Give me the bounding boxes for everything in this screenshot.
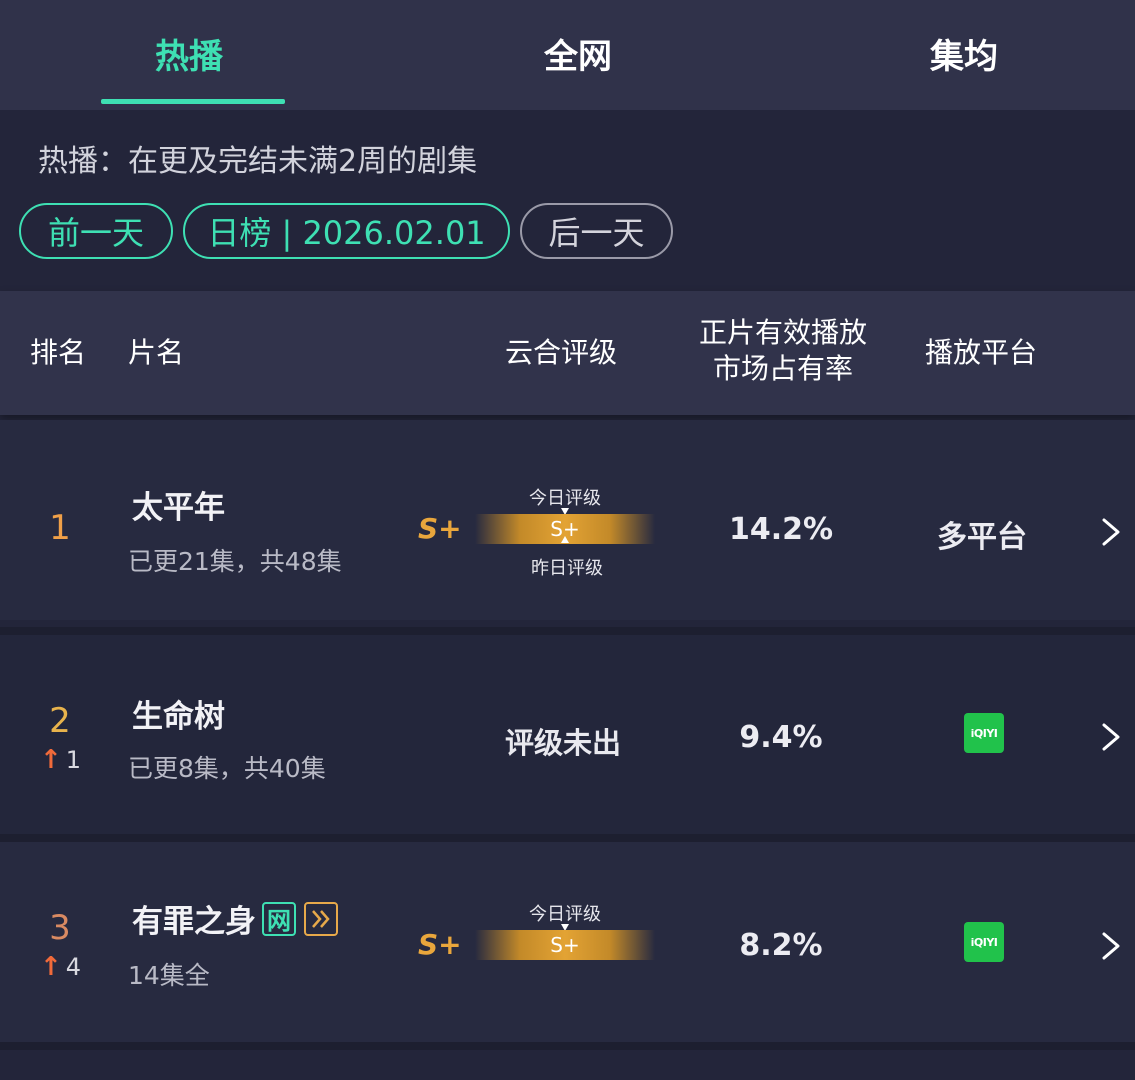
table-row[interactable]: 1 太平年 已更21集，共48集 S+ 今日评级 S+ 昨日评级 14.2% 多… xyxy=(0,420,1135,620)
active-tab-indicator xyxy=(101,99,285,104)
next-day-button[interactable]: 后一天 xyxy=(520,203,673,259)
show-title: 生命树 xyxy=(132,699,225,735)
top-tab-bar: 热播 全网 集均 xyxy=(0,0,1135,110)
chevron-right-icon[interactable] xyxy=(1096,512,1126,552)
episode-progress: 已更8集，共40集 xyxy=(128,754,326,783)
iqiyi-logo: iQIYI xyxy=(964,922,1004,962)
row-divider xyxy=(0,627,1135,635)
market-share: 8.2% xyxy=(739,928,823,963)
header-share-line1: 正片有效播放 xyxy=(698,316,867,349)
table-row[interactable]: 2 ↑ 1 生命树 已更8集，共40集 评级未出 9.4% iQIYI xyxy=(0,635,1135,835)
yesterday-grade-marker xyxy=(561,536,569,543)
chevron-right-icon[interactable] xyxy=(1096,926,1126,966)
show-title: 有罪之身 xyxy=(132,904,256,940)
grade-bar-label: S+ xyxy=(550,933,580,957)
row-divider xyxy=(0,1042,1135,1050)
fast-forward-icon xyxy=(304,901,338,936)
rank-change: ↑ 4 xyxy=(40,952,81,982)
header-rank: 排名 xyxy=(30,336,87,369)
network-drama-badge: 网 xyxy=(262,901,296,936)
grade-value: S+ xyxy=(418,928,462,961)
header-platform: 播放平台 xyxy=(925,336,1038,369)
up-arrow-icon: ↑ xyxy=(40,745,62,775)
rank-number: 3 xyxy=(49,908,71,948)
show-title: 太平年 xyxy=(132,490,225,526)
previous-day-button[interactable]: 前一天 xyxy=(19,203,173,259)
grade-status: 评级未出 xyxy=(505,726,622,760)
today-grade-label: 今日评级 xyxy=(529,488,601,509)
today-grade-label: 今日评级 xyxy=(529,904,601,925)
episode-progress: 已更21集，共48集 xyxy=(128,547,342,576)
chevron-right-icon[interactable] xyxy=(1096,717,1126,757)
platform-text: 多平台 xyxy=(937,520,1027,555)
header-share-line2: 市场占有率 xyxy=(712,352,853,385)
rank-change-value: 4 xyxy=(65,953,82,981)
tab-hot[interactable]: 热播 xyxy=(0,0,378,110)
header-share: 正片有效播放 市场占有率 xyxy=(693,315,873,387)
grade-bar: S+ xyxy=(475,930,655,960)
rank-change: ↑ 1 xyxy=(40,745,81,775)
show-title-wrap: 有罪之身 网 xyxy=(132,896,338,941)
tab-all-network[interactable]: 全网 xyxy=(389,0,767,110)
yesterday-grade-label: 昨日评级 xyxy=(531,558,603,579)
tab-per-episode[interactable]: 集均 xyxy=(775,0,1135,110)
table-row[interactable]: 3 ↑ 4 有罪之身 网 14集全 S+ 今日评级 S+ 8.2% iQIYI xyxy=(0,842,1135,1042)
episode-progress: 14集全 xyxy=(128,961,210,990)
up-arrow-icon: ↑ xyxy=(40,952,62,982)
rank-change-value: 1 xyxy=(65,746,82,774)
table-header: 排名 片名 云合评级 正片有效播放 市场占有率 播放平台 xyxy=(0,291,1135,415)
header-name: 片名 xyxy=(128,336,185,369)
market-share: 9.4% xyxy=(739,720,823,755)
header-grade: 云合评级 xyxy=(505,336,618,369)
iqiyi-logo: iQIYI xyxy=(964,713,1004,753)
market-share: 14.2% xyxy=(728,512,834,547)
row-divider xyxy=(0,834,1135,842)
rank-number: 2 xyxy=(49,701,71,741)
list-description: 热播：在更及完结未满2周的剧集 xyxy=(38,144,478,179)
date-selector-button[interactable]: 日榜 | 2026.02.01 xyxy=(183,203,510,259)
rank-number: 1 xyxy=(49,508,71,548)
grade-value: S+ xyxy=(418,512,462,545)
